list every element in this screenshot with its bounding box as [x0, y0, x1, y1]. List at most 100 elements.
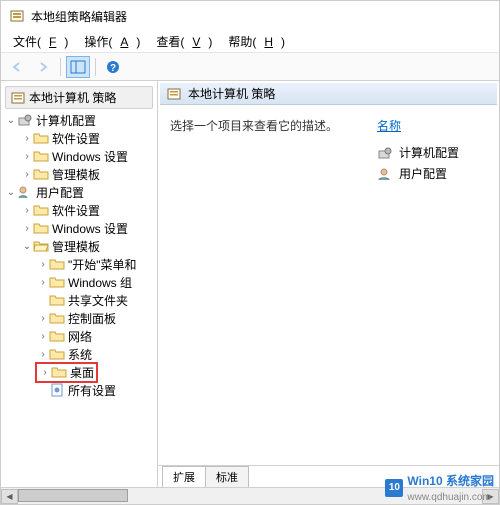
expand-icon[interactable]: › [37, 331, 49, 342]
watermark-url: www.qdhuajin.com [407, 492, 490, 503]
menu-file[interactable]: 文件(F) [5, 31, 76, 52]
expand-icon[interactable]: › [37, 313, 49, 324]
menu-view[interactable]: 查看(V) [148, 31, 220, 52]
tree-shared-folders[interactable]: 共享文件夹 [1, 291, 157, 309]
menu-help[interactable]: 帮助(H) [220, 31, 293, 52]
tree-network[interactable]: › 网络 [1, 327, 157, 345]
folder-icon [49, 311, 65, 325]
label: 管理模板 [52, 166, 100, 183]
watermark-logo: 10 [385, 479, 403, 497]
forward-button[interactable] [31, 56, 55, 78]
menu-action[interactable]: 操作(A) [76, 31, 148, 52]
label: 桌面 [70, 364, 94, 381]
list-item-user-config[interactable]: 用户配置 [377, 163, 487, 184]
help-button[interactable]: ? [101, 56, 125, 78]
tree-control-panel[interactable]: › 控制面板 [1, 309, 157, 327]
toolbar: ? [1, 53, 499, 81]
expand-icon[interactable]: ⌄ [21, 241, 33, 252]
folder-icon [49, 329, 65, 343]
folder-icon [33, 221, 49, 235]
gear-icon [17, 113, 33, 127]
tree-comp-windows[interactable]: › Windows 设置 [1, 147, 157, 165]
label: Windows 组 [68, 274, 132, 291]
expand-icon[interactable]: › [21, 205, 33, 216]
toolbar-separator [60, 58, 61, 76]
tree-root-label: 本地计算机 策略 [29, 89, 116, 106]
expand-icon[interactable]: ⌄ [5, 115, 17, 126]
expand-icon[interactable]: › [37, 277, 49, 288]
tree-user-windows[interactable]: › Windows 设置 [1, 219, 157, 237]
tab-standard[interactable]: 标准 [205, 466, 249, 487]
detail-title: 本地计算机 策略 [188, 85, 275, 102]
tree-desktop[interactable]: › 桌面 [1, 363, 157, 381]
detail-pane: 本地计算机 策略 选择一个项目来查看它的描述。 名称 计算机配置 用户配置 扩展… [158, 81, 499, 487]
scroll-left-button[interactable]: ◀ [1, 489, 18, 504]
content-area: 本地计算机 策略 ⌄ 计算机配置 › 软件设置 › Windows 设置 › 管… [1, 81, 499, 487]
list-item-computer-config[interactable]: 计算机配置 [377, 142, 487, 163]
folder-icon [33, 131, 49, 145]
tree-comp-software[interactable]: › 软件设置 [1, 129, 157, 147]
gear-icon [17, 185, 33, 199]
menubar: 文件(F) 操作(A) 查看(V) 帮助(H) [1, 31, 499, 53]
tree-comp-admin[interactable]: › 管理模板 [1, 165, 157, 183]
tree-root[interactable]: 本地计算机 策略 [5, 86, 153, 109]
folder-icon [49, 347, 65, 361]
label: 计算机配置 [399, 144, 459, 161]
label: 用户配置 [36, 184, 84, 201]
label: 用户配置 [399, 165, 447, 182]
label: "开始"菜单和 [68, 256, 137, 273]
expand-icon[interactable]: › [37, 349, 49, 360]
detail-header: 本地计算机 策略 [160, 83, 497, 105]
expand-icon[interactable]: › [21, 223, 33, 234]
tree-computer-config[interactable]: ⌄ 计算机配置 [1, 111, 157, 129]
column-header-name[interactable]: 名称 [377, 117, 487, 134]
label: 管理模板 [52, 238, 100, 255]
folder-icon [49, 275, 65, 289]
watermark: 10 Win10 系统家园 www.qdhuajin.com [385, 472, 494, 503]
tree-user-admin[interactable]: ⌄ 管理模板 [1, 237, 157, 255]
folder-icon [49, 257, 65, 271]
folder-icon [51, 365, 67, 379]
label: 网络 [68, 328, 92, 345]
folder-open-icon [33, 239, 49, 253]
label: 计算机配置 [36, 112, 96, 129]
expand-icon[interactable]: › [39, 367, 51, 378]
tree-pane[interactable]: 本地计算机 策略 ⌄ 计算机配置 › 软件设置 › Windows 设置 › 管… [1, 81, 158, 487]
expand-icon[interactable]: › [21, 133, 33, 144]
tree-all-settings[interactable]: 所有设置 [1, 381, 157, 399]
label: 控制面板 [68, 310, 116, 327]
scroll-thumb[interactable] [18, 489, 128, 502]
tree-user-config[interactable]: ⌄ 用户配置 [1, 183, 157, 201]
tree-system[interactable]: › 系统 [1, 345, 157, 363]
watermark-tagline: 系统家园 [446, 474, 494, 488]
folder-icon [49, 293, 65, 307]
label: 软件设置 [52, 130, 100, 147]
tab-extended[interactable]: 扩展 [162, 466, 206, 487]
gear-icon [377, 146, 393, 160]
showhide-tree-button[interactable] [66, 56, 90, 78]
expand-icon[interactable]: › [21, 169, 33, 180]
expand-icon[interactable]: ⌄ [5, 187, 17, 198]
back-button[interactable] [5, 56, 29, 78]
detail-list: 名称 计算机配置 用户配置 [377, 117, 487, 455]
label: 共享文件夹 [68, 292, 128, 309]
label: Windows 设置 [52, 148, 128, 165]
expand-icon[interactable]: › [37, 259, 49, 270]
folder-icon [33, 167, 49, 181]
tree-start-menu[interactable]: › "开始"菜单和 [1, 255, 157, 273]
svg-text:?: ? [110, 63, 116, 74]
label: 软件设置 [52, 202, 100, 219]
expand-icon[interactable]: › [21, 151, 33, 162]
policy-icon [166, 87, 182, 101]
policy-icon [10, 91, 26, 105]
highlight-annotation: › 桌面 [35, 362, 98, 383]
label: Windows 设置 [52, 220, 128, 237]
tree-user-software[interactable]: › 软件设置 [1, 201, 157, 219]
watermark-brand: Win10 [407, 474, 442, 488]
detail-description: 选择一个项目来查看它的描述。 [170, 117, 347, 455]
detail-body: 选择一个项目来查看它的描述。 名称 计算机配置 用户配置 [158, 107, 499, 465]
app-icon [9, 8, 25, 24]
titlebar: 本地组策略编辑器 [1, 1, 499, 31]
user-icon [377, 167, 393, 181]
tree-win-components[interactable]: › Windows 组 [1, 273, 157, 291]
